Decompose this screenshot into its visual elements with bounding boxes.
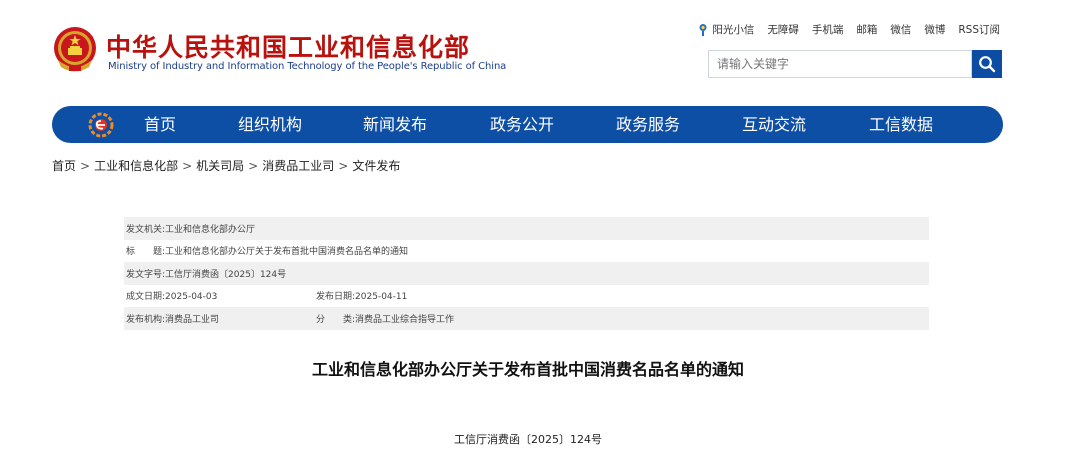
info-row-issuer: 发文机关:工业和信息化部办公厅	[124, 217, 929, 240]
info-label: 发布机构:	[126, 314, 166, 325]
toplink-rss[interactable]: RSS订阅	[958, 22, 1000, 37]
search-button[interactable]	[972, 50, 1002, 78]
breadcrumb-separator: >	[80, 159, 91, 173]
national-emblem-icon[interactable]	[52, 26, 98, 74]
info-label: 分 类:	[316, 314, 356, 325]
document-title: 工业和信息化部办公厅关于发布首批中国消费名品名单的通知	[311, 360, 744, 379]
site-subtitle: Ministry of Industry and Information Tec…	[108, 61, 507, 72]
info-label: 标 题:	[126, 247, 166, 258]
info-value: 工信厅消费函〔2025〕124号	[165, 269, 287, 280]
info-label: 发布日期:	[316, 292, 356, 303]
info-org: 发布机构:消费品工业司	[126, 312, 219, 325]
info-value: 工业和信息化部办公厅	[165, 224, 256, 235]
info-row-org: 发布机构:消费品工业司 分 类:消费品工业综合指导工作	[124, 307, 929, 330]
nav-data[interactable]: 工信数据	[869, 106, 933, 143]
nav-home[interactable]: 首页	[144, 106, 176, 143]
toplink-mobile[interactable]: 手机端	[812, 22, 844, 37]
breadcrumb-departments[interactable]: 机关司局	[196, 159, 244, 173]
search-box	[708, 50, 972, 78]
info-value: 2025-04-03	[165, 292, 218, 303]
toplink-sunshine[interactable]: 阳光小信	[697, 22, 754, 37]
nav-public-affairs[interactable]: 政务公开	[490, 106, 554, 143]
info-value: 工业和信息化部办公厅关于发布首批中国消费名品名单的通知	[165, 247, 409, 258]
info-value: 2025-04-11	[355, 292, 408, 303]
toplink-label: 阳光小信	[712, 24, 755, 36]
breadcrumb-consumer-goods-dept[interactable]: 消费品工业司	[262, 159, 334, 173]
toplink-weibo[interactable]: 微博	[924, 22, 945, 37]
info-created-date: 成文日期:2025-04-03	[126, 289, 217, 302]
main-nav: 首页 组织机构 新闻发布 政务公开 政务服务 互动交流 工信数据	[52, 106, 1003, 143]
search-input[interactable]	[709, 51, 971, 77]
info-label: 发文字号:	[126, 269, 166, 280]
nav-organization[interactable]: 组织机构	[238, 106, 302, 143]
toplink-mail[interactable]: 邮箱	[856, 22, 877, 37]
nav-gov-services[interactable]: 政务服务	[616, 106, 680, 143]
info-title: 标 题:工业和信息化部办公厅关于发布首批中国消费名品名单的通知	[126, 244, 408, 257]
e-gov-logo-icon[interactable]	[88, 112, 114, 138]
info-label: 发文机关:	[126, 224, 166, 235]
sun-icon	[699, 23, 707, 36]
site-header: 中华人民共和国工业和信息化部 Ministry of Industry and …	[0, 0, 1080, 100]
info-issuer: 发文机关:工业和信息化部办公厅	[126, 222, 255, 235]
document-info-table: 发文机关:工业和信息化部办公厅 标 题:工业和信息化部办公厅关于发布首批中国消费…	[124, 217, 929, 330]
nav-interaction[interactable]: 互动交流	[742, 106, 806, 143]
info-published-date: 发布日期:2025-04-11	[316, 289, 407, 302]
nav-news[interactable]: 新闻发布	[363, 106, 427, 143]
breadcrumb: 首页 > 工业和信息化部 > 机关司局 > 消费品工业司 > 文件发布	[52, 157, 400, 174]
info-value: 消费品工业司	[165, 314, 220, 325]
site-title[interactable]: 中华人民共和国工业和信息化部	[106, 28, 470, 64]
search-icon	[979, 56, 996, 73]
info-row-docno: 发文字号:工信厅消费函〔2025〕124号	[124, 262, 929, 285]
breadcrumb-home[interactable]: 首页	[52, 159, 76, 173]
info-label: 成文日期:	[126, 292, 166, 303]
toplink-accessibility[interactable]: 无障碍	[767, 22, 799, 37]
breadcrumb-separator: >	[338, 159, 349, 173]
info-value: 消费品工业综合指导工作	[355, 314, 455, 325]
breadcrumb-separator: >	[182, 159, 193, 173]
top-links: 阳光小信 无障碍 手机端 邮箱 微信 微博 RSS订阅	[697, 22, 1000, 37]
document-number: 工信厅消费函〔2025〕124号	[454, 433, 602, 446]
info-category: 分 类:消费品工业综合指导工作	[316, 312, 454, 325]
breadcrumb-document-release[interactable]: 文件发布	[352, 159, 400, 173]
info-docno: 发文字号:工信厅消费函〔2025〕124号	[126, 267, 286, 280]
breadcrumb-ministry[interactable]: 工业和信息化部	[94, 159, 178, 173]
info-row-title: 标 题:工业和信息化部办公厅关于发布首批中国消费名品名单的通知	[124, 240, 929, 263]
info-row-dates: 成文日期:2025-04-03 发布日期:2025-04-11	[124, 285, 929, 308]
toplink-wechat[interactable]: 微信	[890, 22, 911, 37]
breadcrumb-separator: >	[248, 159, 259, 173]
